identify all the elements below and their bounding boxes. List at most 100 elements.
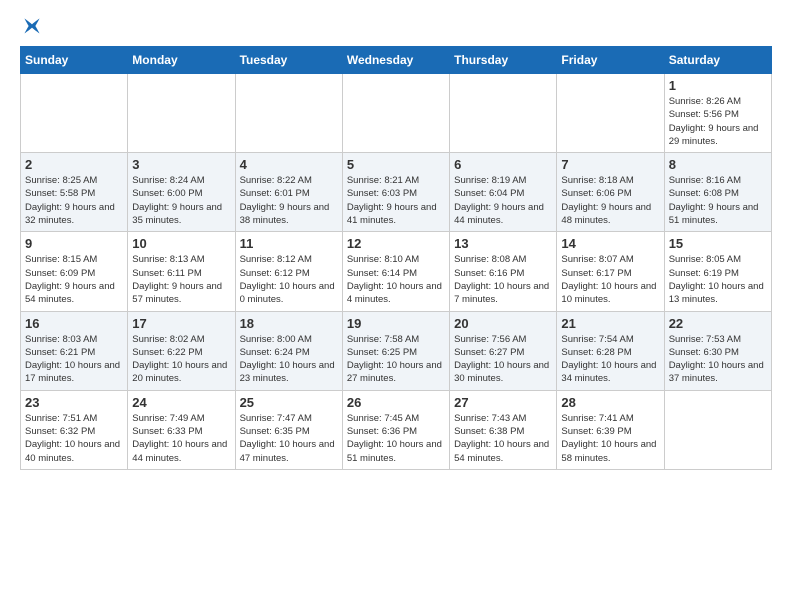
day-info: Sunrise: 7:43 AM Sunset: 6:38 PM Dayligh… xyxy=(454,412,552,465)
day-number: 4 xyxy=(240,157,338,172)
calendar-cell: 16 Sunrise: 8:03 AM Sunset: 6:21 PM Dayli… xyxy=(21,311,128,390)
calendar-cell: 28 Sunrise: 7:41 AM Sunset: 6:39 PM Dayli… xyxy=(557,390,664,469)
day-number: 14 xyxy=(561,236,659,251)
day-number: 16 xyxy=(25,316,123,331)
calendar-cell: 9 Sunrise: 8:15 AM Sunset: 6:09 PM Daylig… xyxy=(21,232,128,311)
calendar-cell: 10 Sunrise: 8:13 AM Sunset: 6:11 PM Dayli… xyxy=(128,232,235,311)
day-info: Sunrise: 8:16 AM Sunset: 6:08 PM Dayligh… xyxy=(669,174,767,227)
day-number: 22 xyxy=(669,316,767,331)
calendar-cell: 7 Sunrise: 8:18 AM Sunset: 6:06 PM Daylig… xyxy=(557,153,664,232)
calendar-cell xyxy=(342,74,449,153)
day-number: 13 xyxy=(454,236,552,251)
day-info: Sunrise: 8:15 AM Sunset: 6:09 PM Dayligh… xyxy=(25,253,123,306)
day-number: 23 xyxy=(25,395,123,410)
day-number: 27 xyxy=(454,395,552,410)
day-info: Sunrise: 8:18 AM Sunset: 6:06 PM Dayligh… xyxy=(561,174,659,227)
day-number: 12 xyxy=(347,236,445,251)
day-number: 25 xyxy=(240,395,338,410)
day-info: Sunrise: 8:21 AM Sunset: 6:03 PM Dayligh… xyxy=(347,174,445,227)
day-info: Sunrise: 8:07 AM Sunset: 6:17 PM Dayligh… xyxy=(561,253,659,306)
day-info: Sunrise: 7:47 AM Sunset: 6:35 PM Dayligh… xyxy=(240,412,338,465)
day-info: Sunrise: 8:03 AM Sunset: 6:21 PM Dayligh… xyxy=(25,333,123,386)
calendar-cell: 8 Sunrise: 8:16 AM Sunset: 6:08 PM Daylig… xyxy=(664,153,771,232)
day-number: 5 xyxy=(347,157,445,172)
day-number: 1 xyxy=(669,78,767,93)
logo xyxy=(20,16,42,36)
day-number: 6 xyxy=(454,157,552,172)
calendar-cell: 17Sunrise: 8:02 AM Sunset: 6:22 PM Dayli… xyxy=(128,311,235,390)
weekday-header-monday: Monday xyxy=(128,47,235,74)
calendar-cell: 15Sunrise: 8:05 AM Sunset: 6:19 PM Dayli… xyxy=(664,232,771,311)
day-number: 18 xyxy=(240,316,338,331)
calendar-cell xyxy=(128,74,235,153)
calendar-cell: 21 Sunrise: 7:54 AM Sunset: 6:28 PM Dayli… xyxy=(557,311,664,390)
day-number: 7 xyxy=(561,157,659,172)
calendar-cell: 5 Sunrise: 8:21 AM Sunset: 6:03 PM Daylig… xyxy=(342,153,449,232)
day-info: Sunrise: 7:54 AM Sunset: 6:28 PM Dayligh… xyxy=(561,333,659,386)
day-info: Sunrise: 8:13 AM Sunset: 6:11 PM Dayligh… xyxy=(132,253,230,306)
calendar-cell xyxy=(235,74,342,153)
calendar-cell: 13 Sunrise: 8:08 AM Sunset: 6:16 PM Dayli… xyxy=(450,232,557,311)
calendar-cell: 1 Sunrise: 8:26 AM Sunset: 5:56 PM Daylig… xyxy=(664,74,771,153)
calendar-cell: 2 Sunrise: 8:25 AM Sunset: 5:58 PM Daylig… xyxy=(21,153,128,232)
day-number: 21 xyxy=(561,316,659,331)
day-number: 28 xyxy=(561,395,659,410)
calendar-table: SundayMondayTuesdayWednesdayThursdayFrid… xyxy=(20,46,772,470)
calendar-cell xyxy=(557,74,664,153)
day-number: 9 xyxy=(25,236,123,251)
page: SundayMondayTuesdayWednesdayThursdayFrid… xyxy=(0,0,792,486)
weekday-header-thursday: Thursday xyxy=(450,47,557,74)
calendar-cell: 4 Sunrise: 8:22 AM Sunset: 6:01 PM Daylig… xyxy=(235,153,342,232)
day-info: Sunrise: 8:08 AM Sunset: 6:16 PM Dayligh… xyxy=(454,253,552,306)
calendar-cell: 11 Sunrise: 8:12 AM Sunset: 6:12 PM Dayli… xyxy=(235,232,342,311)
calendar-week-5: 23 Sunrise: 7:51 AM Sunset: 6:32 PM Dayli… xyxy=(21,390,772,469)
day-number: 20 xyxy=(454,316,552,331)
day-info: Sunrise: 8:26 AM Sunset: 5:56 PM Dayligh… xyxy=(669,95,767,148)
calendar-header-row: SundayMondayTuesdayWednesdayThursdayFrid… xyxy=(21,47,772,74)
day-info: Sunrise: 7:58 AM Sunset: 6:25 PM Dayligh… xyxy=(347,333,445,386)
day-number: 8 xyxy=(669,157,767,172)
day-number: 2 xyxy=(25,157,123,172)
weekday-header-sunday: Sunday xyxy=(21,47,128,74)
day-number: 11 xyxy=(240,236,338,251)
day-info: Sunrise: 8:10 AM Sunset: 6:14 PM Dayligh… xyxy=(347,253,445,306)
calendar-cell: 6 Sunrise: 8:19 AM Sunset: 6:04 PM Daylig… xyxy=(450,153,557,232)
day-info: Sunrise: 8:22 AM Sunset: 6:01 PM Dayligh… xyxy=(240,174,338,227)
calendar-cell: 19 Sunrise: 7:58 AM Sunset: 6:25 PM Dayli… xyxy=(342,311,449,390)
calendar-cell: 24Sunrise: 7:49 AM Sunset: 6:33 PM Dayli… xyxy=(128,390,235,469)
day-info: Sunrise: 8:25 AM Sunset: 5:58 PM Dayligh… xyxy=(25,174,123,227)
calendar-week-2: 2 Sunrise: 8:25 AM Sunset: 5:58 PM Daylig… xyxy=(21,153,772,232)
day-number: 3 xyxy=(132,157,230,172)
day-number: 10 xyxy=(132,236,230,251)
day-info: Sunrise: 7:53 AM Sunset: 6:30 PM Dayligh… xyxy=(669,333,767,386)
day-info: Sunrise: 8:12 AM Sunset: 6:12 PM Dayligh… xyxy=(240,253,338,306)
day-number: 24 xyxy=(132,395,230,410)
calendar-cell: 23 Sunrise: 7:51 AM Sunset: 6:32 PM Dayli… xyxy=(21,390,128,469)
calendar-cell xyxy=(450,74,557,153)
day-info: Sunrise: 7:45 AM Sunset: 6:36 PM Dayligh… xyxy=(347,412,445,465)
day-info: Sunrise: 7:56 AM Sunset: 6:27 PM Dayligh… xyxy=(454,333,552,386)
calendar-cell: 20 Sunrise: 7:56 AM Sunset: 6:27 PM Dayli… xyxy=(450,311,557,390)
day-info: Sunrise: 7:41 AM Sunset: 6:39 PM Dayligh… xyxy=(561,412,659,465)
calendar-cell: 26 Sunrise: 7:45 AM Sunset: 6:36 PM Dayli… xyxy=(342,390,449,469)
day-info: Sunrise: 8:00 AM Sunset: 6:24 PM Dayligh… xyxy=(240,333,338,386)
calendar-week-4: 16 Sunrise: 8:03 AM Sunset: 6:21 PM Dayli… xyxy=(21,311,772,390)
day-info: Sunrise: 8:19 AM Sunset: 6:04 PM Dayligh… xyxy=(454,174,552,227)
day-info: Sunrise: 8:05 AM Sunset: 6:19 PM Dayligh… xyxy=(669,253,767,306)
header xyxy=(20,16,772,36)
day-info: Sunrise: 8:24 AM Sunset: 6:00 PM Dayligh… xyxy=(132,174,230,227)
calendar-cell: 22 Sunrise: 7:53 AM Sunset: 6:30 PM Dayli… xyxy=(664,311,771,390)
calendar-week-3: 9 Sunrise: 8:15 AM Sunset: 6:09 PM Daylig… xyxy=(21,232,772,311)
day-number: 19 xyxy=(347,316,445,331)
calendar-cell: 3 Sunrise: 8:24 AM Sunset: 6:00 PM Daylig… xyxy=(128,153,235,232)
day-info: Sunrise: 8:02 AM Sunset: 6:22 PM Dayligh… xyxy=(132,333,230,386)
weekday-header-saturday: Saturday xyxy=(664,47,771,74)
calendar-cell: 18 Sunrise: 8:00 AM Sunset: 6:24 PM Dayli… xyxy=(235,311,342,390)
weekday-header-wednesday: Wednesday xyxy=(342,47,449,74)
calendar-cell: 25 Sunrise: 7:47 AM Sunset: 6:35 PM Dayli… xyxy=(235,390,342,469)
calendar-cell: 27 Sunrise: 7:43 AM Sunset: 6:38 PM Dayli… xyxy=(450,390,557,469)
day-number: 26 xyxy=(347,395,445,410)
day-info: Sunrise: 7:51 AM Sunset: 6:32 PM Dayligh… xyxy=(25,412,123,465)
calendar-cell: 12 Sunrise: 8:10 AM Sunset: 6:14 PM Dayli… xyxy=(342,232,449,311)
calendar-week-1: 1 Sunrise: 8:26 AM Sunset: 5:56 PM Daylig… xyxy=(21,74,772,153)
